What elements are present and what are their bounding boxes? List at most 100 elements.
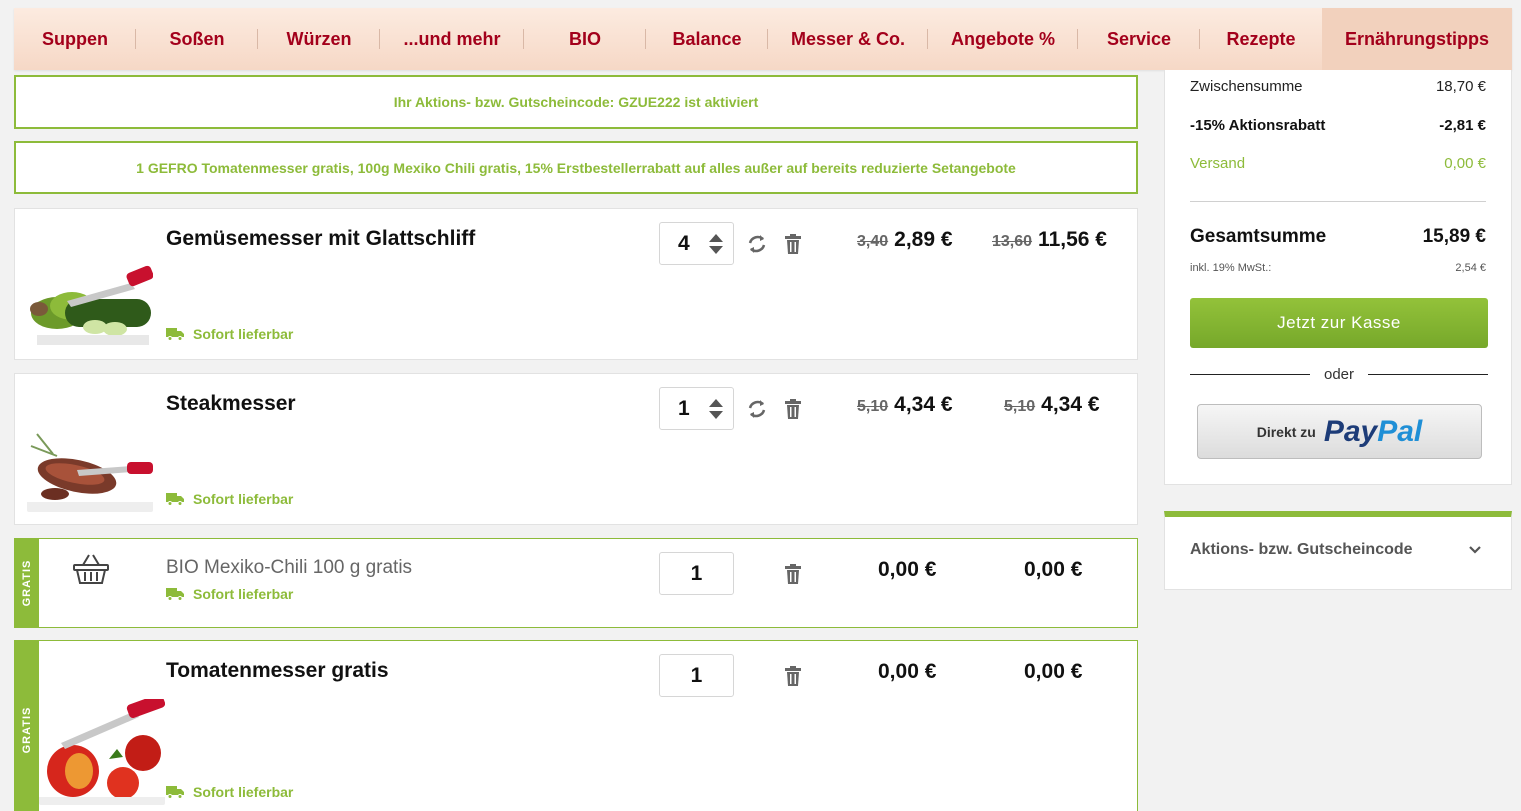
product-name[interactable]: Tomatenmesser gratis <box>166 659 389 683</box>
refresh-icon <box>748 235 766 253</box>
truck-icon <box>166 493 184 506</box>
nav-item-balance[interactable]: Balance <box>646 8 768 70</box>
shipping-label: Versand <box>1190 155 1246 172</box>
offer-banner: 1 GEFRO Tomatenmesser gratis, 100g Mexik… <box>14 141 1138 194</box>
offer-text: 1 GEFRO Tomatenmesser gratis, 100g Mexik… <box>136 159 1016 176</box>
delivery-label: Sofort lieferbar <box>193 784 294 800</box>
discount-label: -15% Aktionsrabatt <box>1190 117 1326 134</box>
unit-price: 5,10 4,34 € <box>857 393 953 417</box>
summary-divider <box>1190 201 1486 202</box>
delete-button[interactable] <box>781 562 805 586</box>
nav-item-label: Suppen <box>42 28 108 49</box>
cart-item-gratis: GRATIS BIO Mexiko-Chili 100 g gratis Sof… <box>14 538 1138 628</box>
unit-price-value: 2,89 € <box>894 228 953 251</box>
total-price-value: 0,00 € <box>1024 558 1083 581</box>
nav-item-messer[interactable]: Messer & Co. <box>768 8 928 70</box>
total-row: Gesamtsumme 15,89 € <box>1190 226 1486 248</box>
nav-item-bio[interactable]: BIO <box>524 8 646 70</box>
nav-item-rezepte[interactable]: Rezepte <box>1200 8 1322 70</box>
quantity-value: 1 <box>678 396 690 420</box>
paypal-logo-part-1: Pay <box>1323 414 1378 448</box>
product-name[interactable]: Gemüsemesser mit Glattschliff <box>166 227 475 251</box>
separator-line <box>1368 374 1488 375</box>
nav-item-wuerzen[interactable]: Würzen <box>258 8 380 70</box>
unit-price-old: 5,10 <box>857 398 889 415</box>
gratis-badge: GRATIS <box>15 539 39 627</box>
voucher-label: Aktions- bzw. Gutscheincode <box>1190 541 1413 558</box>
quantity-value: 4 <box>678 231 690 255</box>
gratis-badge: GRATIS <box>15 641 39 811</box>
voucher-activated-text: Ihr Aktions- bzw. Gutscheincode: GZUE222… <box>393 94 759 110</box>
or-label: oder <box>1323 366 1355 383</box>
unit-price: 0,00 € <box>878 660 936 684</box>
subtotal-row: Zwischensumme 18,70 € <box>1190 78 1486 95</box>
cart-item-gratis: GRATIS Tomatenmesser gratis Sofort liefe… <box>14 640 1138 811</box>
product-image[interactable] <box>27 261 153 347</box>
vat-value: 2,54 € <box>1455 262 1486 274</box>
discount-row: -15% Aktionsrabatt -2,81 € <box>1190 117 1486 134</box>
voucher-accordion[interactable]: Aktions- bzw. Gutscheincode <box>1164 511 1512 590</box>
total-label: Gesamtsumme <box>1190 226 1327 247</box>
unit-price-old: 3,40 <box>857 233 889 250</box>
total-price: 5,10 4,34 € <box>1004 393 1100 417</box>
nav-item-sossen[interactable]: Soßen <box>136 8 258 70</box>
unit-price-value: 0,00 € <box>878 660 937 683</box>
paypal-button[interactable]: Direkt zu PayPal <box>1197 404 1482 459</box>
gratis-label: GRATIS <box>21 559 33 607</box>
separator-line <box>1190 374 1310 375</box>
delivery-label: Sofort lieferbar <box>193 586 294 602</box>
product-name[interactable]: BIO Mexiko-Chili 100 g gratis <box>166 557 412 579</box>
trash-icon <box>785 399 801 419</box>
product-image[interactable] <box>39 699 165 805</box>
quantity-stepper[interactable]: 4 <box>659 222 734 265</box>
or-separator: oder <box>1190 366 1488 383</box>
update-button[interactable] <box>745 397 769 421</box>
update-button[interactable] <box>745 232 769 256</box>
cart-item: Gemüsemesser mit Glattschliff Sofort lie… <box>14 208 1138 360</box>
spinner-arrows-icon[interactable] <box>708 397 724 421</box>
spinner-arrows-icon[interactable] <box>708 232 724 256</box>
nav-item-label: Rezepte <box>1226 28 1296 49</box>
quantity-stepper[interactable]: 1 <box>659 387 734 430</box>
nav-item-service[interactable]: Service <box>1078 8 1200 70</box>
trash-icon <box>785 234 801 254</box>
truck-icon <box>166 588 184 601</box>
vat-label: inkl. 19% MwSt.: <box>1190 262 1272 274</box>
total-price: 0,00 € <box>1024 558 1082 582</box>
total-price-value: 4,34 € <box>1041 393 1100 416</box>
delete-button[interactable] <box>781 232 805 256</box>
delivery-status: Sofort lieferbar <box>166 586 293 602</box>
product-image[interactable] <box>27 426 153 512</box>
delivery-label: Sofort lieferbar <box>193 326 294 342</box>
delivery-status: Sofort lieferbar <box>166 326 293 342</box>
nav-item-label: Ernährungstipps <box>1344 28 1489 49</box>
nav-item-ernaehrungstipps[interactable]: Ernährungstipps <box>1322 8 1512 70</box>
truck-icon <box>166 328 184 341</box>
total-price: 13,60 11,56 € <box>992 228 1107 252</box>
nav-item-label: Angebote % <box>950 28 1055 49</box>
total-price-value: 0,00 € <box>1024 660 1083 683</box>
nav-item-label: Service <box>1106 28 1172 49</box>
total-price-old: 13,60 <box>992 233 1033 250</box>
shipping-value: 0,00 € <box>1444 155 1486 172</box>
paypal-logo: PayPal <box>1324 415 1422 449</box>
paypal-prefix: Direkt zu <box>1256 423 1316 440</box>
nav-item-label: BIO <box>568 28 601 49</box>
unit-price-value: 4,34 € <box>894 393 953 416</box>
checkout-button[interactable]: Jetzt zur Kasse <box>1190 298 1488 348</box>
nav-item-label: Balance <box>672 28 742 49</box>
unit-price: 3,40 2,89 € <box>857 228 953 252</box>
discount-value: -2,81 € <box>1439 117 1486 134</box>
chevron-down-icon <box>1469 546 1481 554</box>
checkout-label: Jetzt zur Kasse <box>1277 313 1401 332</box>
quantity-display: 1 <box>659 552 734 595</box>
delete-button[interactable] <box>781 664 805 688</box>
product-name[interactable]: Steakmesser <box>166 392 296 416</box>
cart-item: Steakmesser Sofort lieferbar 1 5,10 4,34 … <box>14 373 1138 525</box>
nav-item-label: ...und mehr <box>403 28 501 49</box>
quantity-display: 1 <box>659 654 734 697</box>
nav-item-angebote[interactable]: Angebote % <box>928 8 1078 70</box>
nav-item-suppen[interactable]: Suppen <box>14 8 136 70</box>
nav-item-und-mehr[interactable]: ...und mehr <box>380 8 524 70</box>
delete-button[interactable] <box>781 397 805 421</box>
